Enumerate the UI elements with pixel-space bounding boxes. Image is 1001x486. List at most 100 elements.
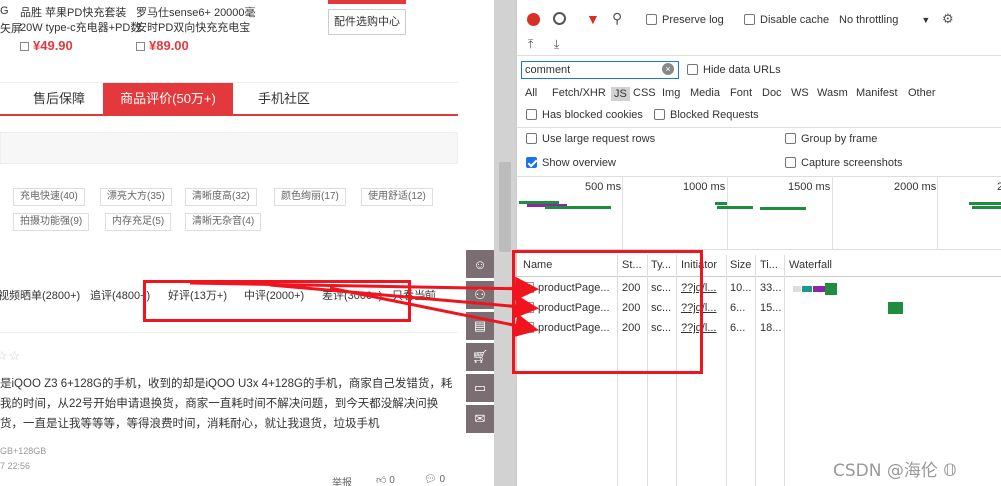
preserve-log-checkbox[interactable]: Preserve log xyxy=(646,14,724,26)
waterfall-bar xyxy=(825,283,837,295)
review-tag[interactable]: 拍摄功能强(9) xyxy=(13,213,90,231)
type-img[interactable]: Img xyxy=(662,87,680,99)
type-doc[interactable]: Doc xyxy=(762,87,782,99)
overview-bar xyxy=(969,202,1001,205)
type-wasm[interactable]: Wasm xyxy=(817,87,848,99)
product-card-partial[interactable]: G 矢屏 xyxy=(0,4,22,37)
show-overview-checkbox[interactable]: Show overview xyxy=(526,157,616,169)
like-button[interactable]: 👍︎ 0 xyxy=(376,474,395,486)
product-checkbox[interactable] xyxy=(136,42,145,51)
tab-reviews[interactable]: 商品评价(50万+) xyxy=(103,83,233,115)
review-tag[interactable]: 漂亮大方(35) xyxy=(100,188,172,206)
footprint-icon[interactable]: ▤ xyxy=(466,312,494,340)
hide-data-urls-checkbox[interactable]: Hide data URLs xyxy=(687,64,781,76)
request-size: 6... xyxy=(730,322,746,334)
review-tag[interactable]: 使用舒适(12) xyxy=(361,188,433,206)
feedback-icon[interactable]: ✉ xyxy=(466,405,494,433)
capture-screenshots-checkbox[interactable]: Capture screenshots xyxy=(785,157,903,169)
request-size: 10... xyxy=(730,282,752,294)
overview-bar xyxy=(715,202,727,205)
product-price: ¥49.90 xyxy=(33,38,73,53)
review-tag[interactable]: 清晰无杂音(4) xyxy=(185,213,262,231)
review-tag[interactable]: 充电快速(40) xyxy=(13,188,85,206)
watermark: CSDN @海伦 𝕆 xyxy=(833,461,957,481)
record-icon[interactable] xyxy=(527,13,540,26)
type-other[interactable]: Other xyxy=(908,87,936,99)
filter-followup[interactable]: 追评(4800+) xyxy=(90,287,150,303)
chevron-down-icon[interactable]: ∨ xyxy=(420,287,428,300)
col-time[interactable]: Ti... xyxy=(760,255,778,276)
col-waterfall[interactable]: Waterfall xyxy=(789,255,832,276)
floating-toolbar: ☺ ⚇ ▤ 🛒︎ ▭ ✉ xyxy=(466,250,494,433)
hide-data-urls-label: Hide data URLs xyxy=(703,64,781,76)
filter-icon[interactable]: ▼ xyxy=(586,11,600,27)
col-size[interactable]: Size xyxy=(730,255,751,276)
review-time: 7 22:56 xyxy=(0,461,31,471)
report-link[interactable]: 举报 xyxy=(332,474,352,486)
import-icon[interactable]: ⤒ xyxy=(528,37,533,52)
request-size: 6... xyxy=(730,302,746,314)
group-by-frame-label: Group by frame xyxy=(801,133,878,145)
review-tag[interactable]: 颜色绚丽(17) xyxy=(274,188,346,206)
request-time: 18... xyxy=(760,322,782,334)
product-subtitle: 安时PD双向快充充电宝 xyxy=(136,22,251,34)
product-card[interactable]: 罗马仕sense6+ 20000毫 安时PD双向快充充电宝 ¥89.00 xyxy=(136,6,256,53)
type-ws[interactable]: WS xyxy=(791,87,809,99)
tab-community[interactable]: 手机社区 xyxy=(258,83,328,115)
type-font[interactable]: Font xyxy=(730,87,752,99)
has-blocked-cookies-label: Has blocked cookies xyxy=(542,109,643,121)
large-rows-checkbox[interactable]: Use large request rows xyxy=(526,133,655,145)
preserve-log-label: Preserve log xyxy=(662,14,724,26)
column-separator xyxy=(726,255,727,486)
product-checkbox[interactable] xyxy=(20,42,29,51)
disable-cache-checkbox[interactable]: Disable cache xyxy=(744,14,829,26)
type-manifest[interactable]: Manifest xyxy=(856,87,898,99)
user-icon[interactable]: ⚇ xyxy=(466,281,494,309)
scrollbar-thumb[interactable] xyxy=(499,162,511,252)
throttling-select[interactable]: No throttling ▼ xyxy=(839,14,930,26)
overview-gridline xyxy=(727,176,728,250)
type-css[interactable]: CSS xyxy=(633,87,656,99)
overview-tick: 500 ms xyxy=(585,181,622,193)
filter-input[interactable] xyxy=(521,61,679,79)
accessory-center-button[interactable]: 配件选购中心 xyxy=(328,0,406,35)
clear-filter-icon[interactable]: × xyxy=(662,63,674,75)
waterfall-bar xyxy=(813,286,825,292)
search-icon[interactable]: ⚲ xyxy=(612,10,622,27)
cart-icon[interactable]: 🛒︎ xyxy=(466,343,494,371)
clear-icon[interactable] xyxy=(553,12,566,25)
waterfall-bar xyxy=(802,286,812,292)
overview-tick: 2000 ms xyxy=(894,181,937,193)
chat-icon[interactable]: ☺ xyxy=(466,250,494,278)
product-title: 罗马仕sense6+ 20000毫 xyxy=(136,7,256,19)
export-icon[interactable]: ⤓ xyxy=(554,37,559,52)
detail-tabs: 售后保障 商品评价(50万+) 手机社区 xyxy=(0,82,458,116)
product-page: G 矢屏 品胜 苹果PD快充套装 20W type-c充电器+PD数 ¥49.9… xyxy=(0,0,468,486)
group-by-frame-checkbox[interactable]: Group by frame xyxy=(785,133,877,145)
type-fetch-xhr[interactable]: Fetch/XHR xyxy=(552,87,606,99)
type-media[interactable]: Media xyxy=(690,87,720,99)
type-all[interactable]: All xyxy=(525,87,537,99)
filter-video[interactable]: 视频晒单(2800+) xyxy=(0,287,80,303)
annotation-box xyxy=(143,280,411,322)
waterfall-bar xyxy=(793,286,801,292)
review-tag[interactable]: 内存充足(5) xyxy=(105,213,172,231)
column-separator xyxy=(784,255,785,486)
network-conditions-icon[interactable]: ⚙ xyxy=(942,11,954,27)
product-line1: G xyxy=(0,5,9,17)
divider xyxy=(517,127,1001,128)
review-summary-bar xyxy=(0,132,458,164)
has-blocked-cookies-checkbox[interactable]: Has blocked cookies xyxy=(526,109,643,121)
compare-icon[interactable]: ▭ xyxy=(466,374,494,402)
product-card[interactable]: 品胜 苹果PD快充套装 20W type-c充电器+PD数 ¥49.90 xyxy=(20,6,141,53)
waterfall-bar xyxy=(888,302,903,314)
overview-tick: 1500 ms xyxy=(788,181,831,193)
type-js[interactable]: JS xyxy=(611,87,630,101)
comment-button[interactable]: 💬︎ 0 xyxy=(424,474,445,485)
review-tag[interactable]: 清晰度高(32) xyxy=(185,188,257,206)
disable-cache-label: Disable cache xyxy=(760,14,830,26)
throttling-value: No throttling xyxy=(839,14,899,26)
blocked-requests-checkbox[interactable]: Blocked Requests xyxy=(654,109,759,121)
tab-after-sales[interactable]: 售后保障 xyxy=(33,83,103,115)
overview-tick: 1000 ms xyxy=(683,181,726,193)
